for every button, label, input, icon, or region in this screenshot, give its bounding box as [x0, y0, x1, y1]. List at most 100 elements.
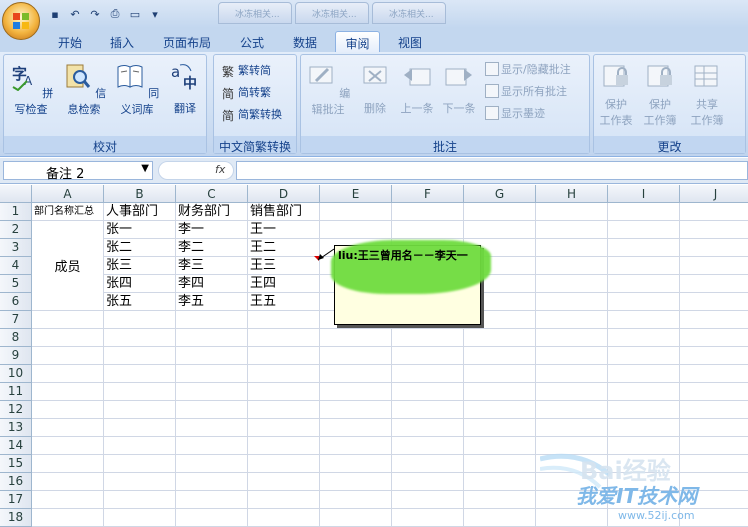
cell-d13[interactable] [248, 419, 320, 437]
cell-a7[interactable] [32, 311, 104, 329]
cell-g11[interactable] [464, 383, 536, 401]
cell-b6[interactable]: 张五 [104, 293, 176, 311]
research-button[interactable]: 信息检索 [58, 61, 110, 117]
tab-view[interactable]: 视图 [388, 31, 432, 52]
cell-c1[interactable]: 财务部门 [176, 203, 248, 221]
cell-f2[interactable] [392, 221, 464, 239]
cell-i12[interactable] [608, 401, 680, 419]
cell-a10[interactable] [32, 365, 104, 383]
column-header-i[interactable]: I [608, 185, 680, 203]
cell-j12[interactable] [680, 401, 748, 419]
cell-d6[interactable]: 王五 [248, 293, 320, 311]
cell-i2[interactable] [608, 221, 680, 239]
cell-a14[interactable] [32, 437, 104, 455]
cell-i5[interactable] [608, 275, 680, 293]
tab-insert[interactable]: 插入 [100, 31, 144, 52]
cell-c14[interactable] [176, 437, 248, 455]
row-header-10[interactable]: 10 [0, 365, 32, 383]
cell-e14[interactable] [320, 437, 392, 455]
cell-i11[interactable] [608, 383, 680, 401]
cell-f18[interactable] [392, 509, 464, 527]
cell-a15[interactable] [32, 455, 104, 473]
cell-d14[interactable] [248, 437, 320, 455]
cell-a8[interactable] [32, 329, 104, 347]
cell-a16[interactable] [32, 473, 104, 491]
cell-h8[interactable] [536, 329, 608, 347]
cell-g18[interactable] [464, 509, 536, 527]
cell-c4[interactable]: 李三 [176, 257, 248, 275]
cell-b17[interactable] [104, 491, 176, 509]
row-header-7[interactable]: 7 [0, 311, 32, 329]
row-header-18[interactable]: 18 [0, 509, 32, 527]
cell-f16[interactable] [392, 473, 464, 491]
cell-f12[interactable] [392, 401, 464, 419]
spell-check-button[interactable]: 字A 拼写检查 [6, 61, 56, 117]
tab-home[interactable]: 开始 [48, 31, 92, 52]
cell-g16[interactable] [464, 473, 536, 491]
cell-i7[interactable] [608, 311, 680, 329]
column-header-g[interactable]: G [464, 185, 536, 203]
cell-a17[interactable] [32, 491, 104, 509]
cell-b7[interactable] [104, 311, 176, 329]
column-header-h[interactable]: H [536, 185, 608, 203]
tab-data[interactable]: 数据 [283, 31, 327, 52]
cell-c10[interactable] [176, 365, 248, 383]
row-header-2[interactable]: 2 [0, 221, 32, 239]
undo-icon[interactable]: ↶ [66, 5, 84, 23]
cell-f11[interactable] [392, 383, 464, 401]
cell-f15[interactable] [392, 455, 464, 473]
cell-c8[interactable] [176, 329, 248, 347]
cell-g1[interactable] [464, 203, 536, 221]
print-preview-icon[interactable]: ⎙ [106, 5, 124, 23]
cell-e8[interactable] [320, 329, 392, 347]
previous-comment-button[interactable]: 上一条 [397, 61, 437, 116]
cell-g9[interactable] [464, 347, 536, 365]
cell-c5[interactable]: 李四 [176, 275, 248, 293]
cell-i1[interactable] [608, 203, 680, 221]
cell-b9[interactable] [104, 347, 176, 365]
show-ink-button[interactable]: 显示墨迹 [485, 103, 545, 123]
row-header-13[interactable]: 13 [0, 419, 32, 437]
cell-d10[interactable] [248, 365, 320, 383]
cell-d4[interactable]: 王三 [248, 257, 320, 275]
row-header-14[interactable]: 14 [0, 437, 32, 455]
cell-g8[interactable] [464, 329, 536, 347]
row-header-3[interactable]: 3 [0, 239, 32, 257]
cell-i4[interactable] [608, 257, 680, 275]
cell-f17[interactable] [392, 491, 464, 509]
cell-c11[interactable] [176, 383, 248, 401]
cell-c15[interactable] [176, 455, 248, 473]
cell-h3[interactable] [536, 239, 608, 257]
cell-e2[interactable] [320, 221, 392, 239]
cell-j3[interactable] [680, 239, 748, 257]
tab-review[interactable]: 审阅 [335, 31, 380, 52]
cell-h6[interactable] [536, 293, 608, 311]
cell-h7[interactable] [536, 311, 608, 329]
cell-d11[interactable] [248, 383, 320, 401]
cell-b1[interactable]: 人事部门 [104, 203, 176, 221]
cell-a1[interactable]: 部门名称汇总 [32, 203, 104, 221]
merged-cell-a2-a6[interactable]: 成员 [32, 221, 104, 311]
next-comment-button[interactable]: 下一条 [439, 61, 479, 116]
edit-comment-button[interactable]: 编辑批注 [303, 61, 353, 117]
cell-h11[interactable] [536, 383, 608, 401]
cell-j13[interactable] [680, 419, 748, 437]
cell-b18[interactable] [104, 509, 176, 527]
trad-to-simp-button[interactable]: 繁繁转简 [222, 60, 271, 80]
cell-d18[interactable] [248, 509, 320, 527]
cell-a12[interactable] [32, 401, 104, 419]
cell-h1[interactable] [536, 203, 608, 221]
cell-f1[interactable] [392, 203, 464, 221]
cell-a11[interactable] [32, 383, 104, 401]
protect-sheet-button[interactable]: 保护 工作表 [596, 61, 636, 128]
cell-c17[interactable] [176, 491, 248, 509]
cell-b14[interactable] [104, 437, 176, 455]
row-header-12[interactable]: 12 [0, 401, 32, 419]
cell-a13[interactable] [32, 419, 104, 437]
formula-input[interactable] [236, 161, 748, 180]
row-header-11[interactable]: 11 [0, 383, 32, 401]
tab-formulas[interactable]: 公式 [230, 31, 274, 52]
cell-f8[interactable] [392, 329, 464, 347]
cell-c9[interactable] [176, 347, 248, 365]
cell-d16[interactable] [248, 473, 320, 491]
